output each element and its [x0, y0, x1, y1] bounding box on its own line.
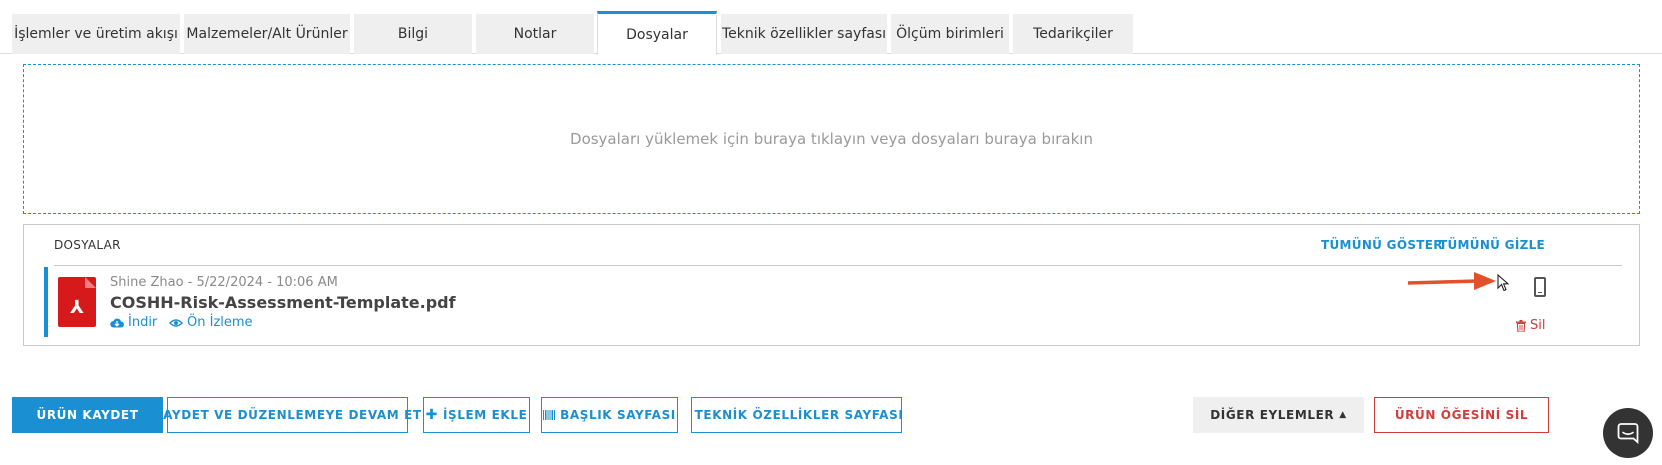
button-label: KAYDET VE DÜZENLEMEYE DEVAM ET [153, 408, 422, 422]
hide-all-link[interactable]: TÜMÜNÜ GİZLE [1439, 238, 1545, 252]
divider [54, 265, 1622, 266]
button-label: DİĞER EYLEMLER [1210, 408, 1335, 422]
add-operation-button[interactable]: ✚ İŞLEM EKLE [423, 397, 530, 433]
show-all-link[interactable]: TÜMÜNÜ GÖSTER [1321, 238, 1443, 252]
download-link[interactable]: İndir [110, 315, 157, 330]
file-dropzone[interactable]: Dosyaları yüklemek için buraya tıklayın … [23, 64, 1640, 214]
file-item: ⅄ Shine Zhao - 5/22/2024 - 10:06 AM COSH… [44, 267, 1622, 337]
tech-spec-page-button[interactable]: TEKNİK ÖZELLİKLER SAYFASI [691, 397, 904, 433]
preview-link[interactable]: Ön İzleme [169, 315, 253, 330]
button-label: TEKNİK ÖZELLİKLER SAYFASI [694, 408, 904, 422]
other-actions-button[interactable]: DİĞER EYLEMLER ▲ [1193, 397, 1364, 433]
chat-icon [1617, 423, 1639, 444]
tab-files[interactable]: Dosyalar [597, 11, 717, 55]
tab-label: Malzemeler/Alt Ürünler [186, 26, 348, 42]
preview-label: Ön İzleme [187, 315, 253, 330]
file-name: COSHH-Risk-Assessment-Template.pdf [110, 293, 456, 312]
button-label: İŞLEM EKLE [442, 408, 528, 422]
files-panel: DOSYALAR TÜMÜNÜ GÖSTER TÜMÜNÜ GİZLE ⅄ Sh… [23, 224, 1640, 346]
save-product-button[interactable]: ÜRÜN KAYDET [12, 397, 163, 433]
files-title: DOSYALAR [54, 238, 121, 252]
tab-label: Bilgi [397, 26, 429, 42]
tab-label: Dosyalar [626, 26, 688, 43]
tab-label: Ölçüm birimleri [896, 26, 1004, 42]
delete-file-link[interactable]: Sil [1516, 318, 1545, 333]
tab-notes[interactable]: Notlar [476, 14, 594, 54]
tab-suppliers[interactable]: Tedarikçiler [1013, 14, 1133, 54]
title-page-button[interactable]: BAŞLIK SAYFASI [541, 397, 678, 433]
trash-icon [1516, 319, 1526, 332]
tab-materials[interactable]: Malzemeler/Alt Ürünler [184, 14, 350, 54]
download-label: İndir [128, 315, 158, 330]
delete-product-button[interactable]: ÜRÜN ÖĞESİNİ SİL [1374, 397, 1549, 433]
plus-icon: ✚ [425, 407, 438, 423]
mouse-cursor-icon [1497, 274, 1510, 292]
tab-label: Tedarikçiler [1033, 26, 1113, 42]
button-label: ÜRÜN ÖĞESİNİ SİL [1394, 408, 1529, 422]
tab-units[interactable]: Ölçüm birimleri [891, 14, 1009, 54]
eye-icon [169, 318, 183, 327]
cloud-download-icon [110, 318, 124, 328]
button-label: BAŞLIK SAYFASI [560, 408, 676, 422]
tab-info[interactable]: Bilgi [354, 14, 472, 54]
tab-label: İşlemler ve üretim akışı [14, 26, 178, 42]
annotation-arrow-icon [1408, 272, 1496, 290]
dropzone-text: Dosyaları yüklemek için buraya tıklayın … [570, 130, 1093, 148]
barcode-icon [543, 410, 556, 420]
mobile-device-icon[interactable] [1534, 277, 1546, 297]
button-label: ÜRÜN KAYDET [36, 408, 139, 422]
tab-tech-spec[interactable]: Teknik özellikler sayfası [721, 14, 887, 54]
file-meta: Shine Zhao - 5/22/2024 - 10:06 AM [110, 275, 338, 290]
tab-bar: İşlemler ve üretim akışı Malzemeler/Alt … [0, 0, 1662, 55]
pdf-file-icon: ⅄ [58, 277, 96, 327]
tab-operations[interactable]: İşlemler ve üretim akışı [12, 14, 180, 54]
tab-label: Teknik özellikler sayfası [721, 26, 887, 42]
delete-label: Sil [1530, 318, 1546, 333]
save-continue-button[interactable]: KAYDET VE DÜZENLEMEYE DEVAM ET [153, 397, 421, 433]
tab-label: Notlar [513, 26, 557, 42]
chat-launcher-button[interactable] [1603, 408, 1653, 458]
caret-up-icon: ▲ [1339, 410, 1347, 420]
